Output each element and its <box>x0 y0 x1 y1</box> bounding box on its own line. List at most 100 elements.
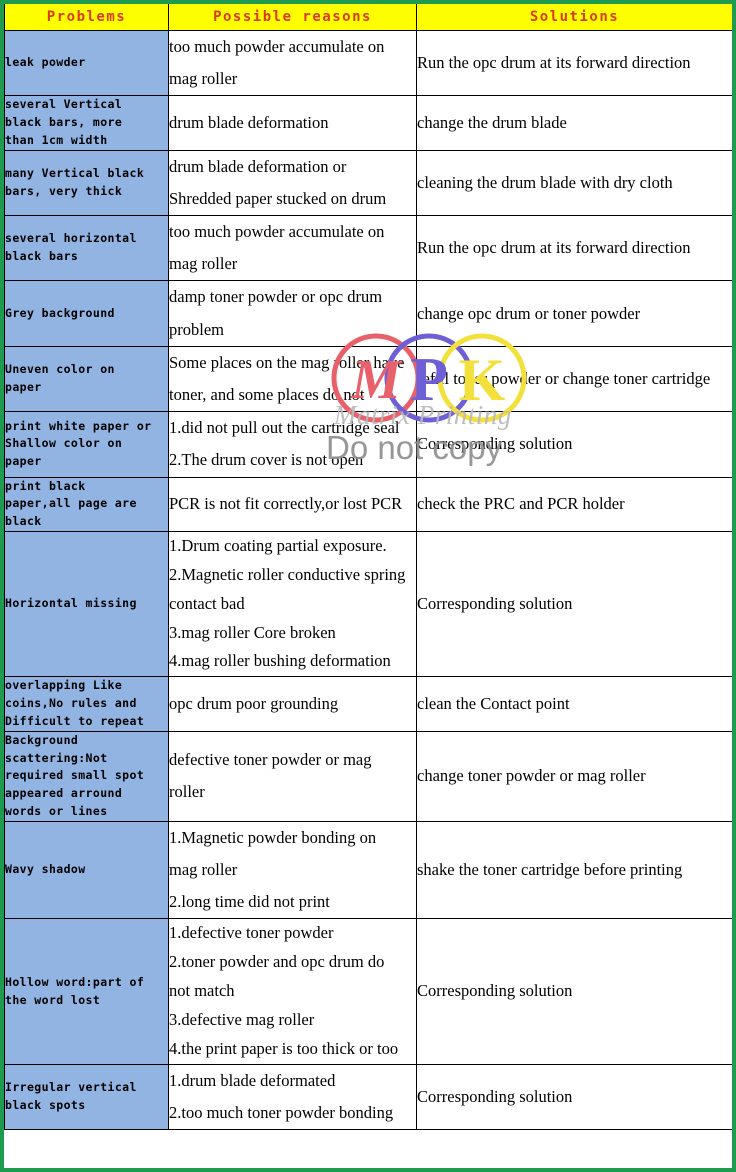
cell-problem-text: several Vertical black bars, more than 1cm… <box>5 96 168 149</box>
cell-problem-line: overlapping Like <box>5 678 123 693</box>
cell-reasons-line: 4.mag roller bushing deformation <box>169 651 391 671</box>
cell-problem-line: Grey background <box>5 305 115 320</box>
cell-problem-line: required small spot <box>5 768 145 783</box>
cell-reasons-text: opc drum poor grounding <box>169 688 416 720</box>
cell-reasons: 1.did not pull out the cartridge seal 2.T… <box>168 411 417 478</box>
cell-problem-text: Grey background <box>5 305 168 323</box>
cell-problem-line: paper,all page are <box>5 496 137 511</box>
cell-reasons-line: 2.toner powder and opc drum do <box>169 952 385 972</box>
cell-problem-line: the word lost <box>5 992 101 1007</box>
cell-solutions-line: change the drum blade <box>417 112 567 132</box>
cell-reasons-text: defective toner powder or mag roller <box>169 744 416 808</box>
cell-problem-text: Irregular vertical black spots <box>5 1079 168 1115</box>
cell-problem-line: words or lines <box>5 804 108 818</box>
cell-solutions-text: Run the opc drum at its forward directio… <box>417 232 732 264</box>
cell-solutions: cleaning the drum blade with dry cloth <box>416 149 732 217</box>
cell-reasons-text: 1.did not pull out the cartridge seal 2.T… <box>169 412 416 476</box>
cell-reasons-line: problem <box>169 319 224 339</box>
cell-problem: Wavy shadow <box>4 820 169 920</box>
cell-solutions-line: Corresponding solution <box>417 594 573 614</box>
cell-solutions: change the drum blade <box>416 95 732 151</box>
cell-reasons-line: 1.Magnetic powder bonding on <box>169 827 377 847</box>
cell-problem-text: Background scattering:Not required small s… <box>5 732 168 821</box>
cell-reasons-line: 2.The drum cover is not open <box>169 450 364 470</box>
cell-problem-text: Uneven color on paper <box>5 361 168 397</box>
table-body: leak powder too much powder accumulate on… <box>4 29 732 1131</box>
cell-reasons-line: mag roller <box>169 254 238 274</box>
table-row: print black paper,all page are black PCR is… <box>4 476 732 532</box>
cell-reasons-line: mag roller <box>169 859 238 879</box>
cell-reasons-text: too much powder accumulate on mag roller <box>169 31 416 95</box>
cell-problem: many Vertical black bars, very thick <box>4 149 169 217</box>
cell-reasons: too much powder accumulate on mag roller <box>168 29 417 97</box>
cell-solutions: check the PRC and PCR holder <box>416 476 732 532</box>
cell-reasons-line: 2.long time did not print <box>169 892 330 912</box>
cell-solutions: change toner powder or mag roller <box>416 730 732 822</box>
cell-problem-line: many Vertical black <box>5 166 145 181</box>
cell-reasons: Some places on the mag roller have toner,… <box>168 345 417 413</box>
cell-solutions-text: Corresponding solution <box>417 428 732 460</box>
cell-solutions-text: Corresponding solution <box>417 975 732 1007</box>
cell-problem: leak powder <box>4 29 169 97</box>
cell-problem-line: black <box>5 514 42 529</box>
cell-reasons-line: 3.defective mag roller <box>169 1009 315 1029</box>
cell-solutions-text: cleaning the drum blade with dry cloth <box>417 167 732 199</box>
cell-reasons-line: Shredded paper stucked on drum <box>169 188 387 208</box>
cell-reasons-line: roller <box>169 782 205 802</box>
cell-problem-line: Irregular vertical <box>5 1080 137 1095</box>
cell-solutions-line: check the PRC and PCR holder <box>417 494 625 514</box>
cell-reasons-line: 1.drum blade deformated <box>169 1070 336 1090</box>
cell-solutions-text: change the drum blade <box>417 107 732 139</box>
cell-problem: Grey background <box>4 280 169 347</box>
table-row: Irregular vertical black spots 1.drum blad… <box>4 1063 732 1131</box>
cell-solutions: change opc drum or toner powder <box>416 280 732 347</box>
cell-reasons-line: 1.Drum coating partial exposure. <box>169 535 387 555</box>
cell-solutions-text: clean the Contact point <box>417 688 732 720</box>
cell-problem-text: Wavy shadow <box>5 861 168 879</box>
cell-problem-line: Hollow word:part of <box>5 974 145 989</box>
cell-solutions-text: Run the opc drum at its forward directio… <box>417 47 732 79</box>
cell-solutions-line: cleaning the drum blade with dry cloth <box>417 172 673 192</box>
cell-reasons-line: defective toner powder or mag <box>169 750 372 770</box>
cell-reasons-text: drum blade deformation <box>169 107 416 139</box>
cell-solutions-line: change toner powder or mag roller <box>417 766 646 786</box>
table-row: Background scattering:Not required small s… <box>4 730 732 822</box>
cell-problem: print white paper or Shallow color on pape… <box>4 411 169 478</box>
table-row: Horizontal missing 1.Drum coating partial… <box>4 530 732 678</box>
cell-solutions-text: shake the toner cartridge before printin… <box>417 854 732 886</box>
cell-reasons-line: contact bad <box>169 593 245 613</box>
cell-problem-line: Background <box>5 732 79 747</box>
cell-solutions-line: refill toner powder or change toner cart… <box>417 368 711 388</box>
cell-reasons-line: opc drum poor grounding <box>169 693 339 713</box>
cell-problem: Uneven color on paper <box>4 345 169 413</box>
cell-reasons: drum blade deformation <box>168 95 417 151</box>
cell-problem-text: leak powder <box>5 54 168 72</box>
cell-reasons-text: PCR is not fit correctly,or lost PCR <box>169 488 416 520</box>
table-row: Wavy shadow 1.Magnetic powder bonding on m… <box>4 820 732 920</box>
cell-reasons-line: too much powder accumulate on <box>169 222 385 242</box>
cell-reasons-line: mag roller <box>169 69 238 89</box>
cell-solutions-line: Corresponding solution <box>417 1086 573 1106</box>
cell-reasons-line: 1.did not pull out the cartridge seal <box>169 418 400 438</box>
table-header-row: Problems Possible reasons Solutions <box>4 4 732 31</box>
cell-problem-line: black bars, more <box>5 115 123 130</box>
cell-reasons-line: not match <box>169 981 235 1001</box>
cell-solutions-line: Run the opc drum at its forward directio… <box>417 53 691 73</box>
cell-reasons: defective toner powder or mag roller <box>168 730 417 822</box>
table-row: Hollow word:part of the word lost 1.defect… <box>4 918 732 1065</box>
cell-reasons-line: damp toner powder or opc drum <box>169 287 383 307</box>
cell-problem-line: several Vertical <box>5 97 123 112</box>
cell-solutions: refill toner powder or change toner cart… <box>416 345 732 413</box>
cell-reasons-line: too much powder accumulate on <box>169 37 385 56</box>
cell-reasons-text: 1.drum blade deformated 2.too much toner … <box>169 1065 416 1129</box>
cell-reasons-line: 4.the print paper is too thick or too <box>169 1038 399 1058</box>
cell-reasons-line: 2.Magnetic roller conductive spring <box>169 564 406 584</box>
column-header-problems: Problems <box>4 4 169 31</box>
cell-reasons: 1.Drum coating partial exposure. 2.Magnet… <box>168 530 417 678</box>
cell-reasons: 1.Magnetic powder bonding on mag roller 2.… <box>168 820 417 920</box>
cell-problem-line: bars, very thick <box>5 183 123 198</box>
cell-solutions-text: check the PRC and PCR holder <box>417 488 732 520</box>
cell-problem-text: many Vertical black bars, very thick <box>5 165 168 201</box>
cell-problem-line: appeared arround <box>5 786 123 801</box>
cell-solutions: Run the opc drum at its forward directio… <box>416 215 732 282</box>
